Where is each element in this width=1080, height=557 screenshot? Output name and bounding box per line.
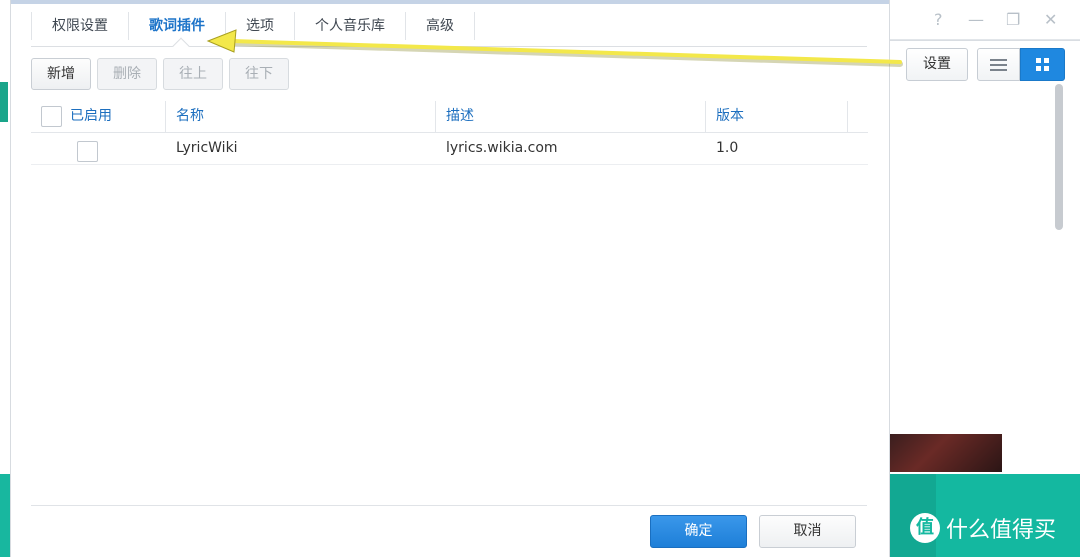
list-view-button[interactable] <box>977 48 1020 81</box>
grid-icon <box>1036 58 1049 71</box>
row-enabled-cell <box>31 133 166 164</box>
album-thumbnail[interactable] <box>890 434 1002 472</box>
move-up-button[interactable]: 往上 <box>163 58 223 90</box>
column-spacer <box>848 101 868 132</box>
select-all-checkbox[interactable] <box>41 106 62 127</box>
column-enabled-label: 已启用 <box>70 108 112 124</box>
cancel-button[interactable]: 取消 <box>759 515 856 548</box>
tab-divider <box>31 46 867 47</box>
row-version: 1.0 <box>716 140 739 156</box>
table-row[interactable]: LyricWiki lyrics.wikia.com 1.0 <box>31 133 868 165</box>
settings-dialog: 权限设置 歌词插件 选项 个人音乐库 高级 新增 删除 往上 往下 已启用 名称… <box>10 0 890 557</box>
watermark: 值 什么值得买 <box>910 512 1056 544</box>
table-header: 已启用 名称 描述 版本 <box>31 101 868 133</box>
tab-advanced[interactable]: 高级 <box>406 12 475 40</box>
settings-button[interactable]: 设置 <box>906 48 968 81</box>
footer-divider <box>31 505 867 506</box>
column-name[interactable]: 名称 <box>166 101 436 132</box>
tab-permissions[interactable]: 权限设置 <box>31 12 129 40</box>
row-name: LyricWiki <box>176 140 238 156</box>
background-left-teal-bar <box>0 474 10 557</box>
ok-button[interactable]: 确定 <box>650 515 747 548</box>
add-button[interactable]: 新增 <box>31 58 91 90</box>
dialog-top-border <box>11 0 889 4</box>
background-toolbar-divider <box>890 40 1080 41</box>
background-scrollbar[interactable] <box>1055 84 1063 230</box>
delete-button[interactable]: 删除 <box>97 58 157 90</box>
column-enabled[interactable]: 已启用 <box>31 101 166 132</box>
column-version[interactable]: 版本 <box>706 101 848 132</box>
minimize-icon[interactable]: — <box>968 12 984 28</box>
row-description: lyrics.wikia.com <box>446 140 558 156</box>
background-title-bar: ? — ❐ ✕ <box>890 0 1080 40</box>
column-description[interactable]: 描述 <box>436 101 706 132</box>
plugin-table: 已启用 名称 描述 版本 LyricWiki lyrics.wikia.com … <box>31 101 868 165</box>
list-icon <box>990 59 1007 71</box>
tab-personal-library[interactable]: 个人音乐库 <box>295 12 406 40</box>
watermark-text: 什么值得买 <box>946 518 1057 543</box>
background-left-strip <box>0 82 8 122</box>
tab-lyrics-plugin[interactable]: 歌词插件 <box>129 12 226 40</box>
tab-bar: 权限设置 歌词插件 选项 个人音乐库 高级 <box>31 12 475 48</box>
row-enabled-checkbox[interactable] <box>77 140 98 162</box>
help-icon[interactable]: ? <box>934 12 943 28</box>
close-icon[interactable]: ✕ <box>1044 12 1057 28</box>
watermark-badge: 值 <box>910 513 940 543</box>
grid-view-button[interactable] <box>1020 48 1065 81</box>
tab-options[interactable]: 选项 <box>226 12 295 40</box>
action-toolbar: 新增 删除 往上 往下 <box>31 58 289 90</box>
restore-icon[interactable]: ❐ <box>1006 12 1020 28</box>
move-down-button[interactable]: 往下 <box>229 58 289 90</box>
